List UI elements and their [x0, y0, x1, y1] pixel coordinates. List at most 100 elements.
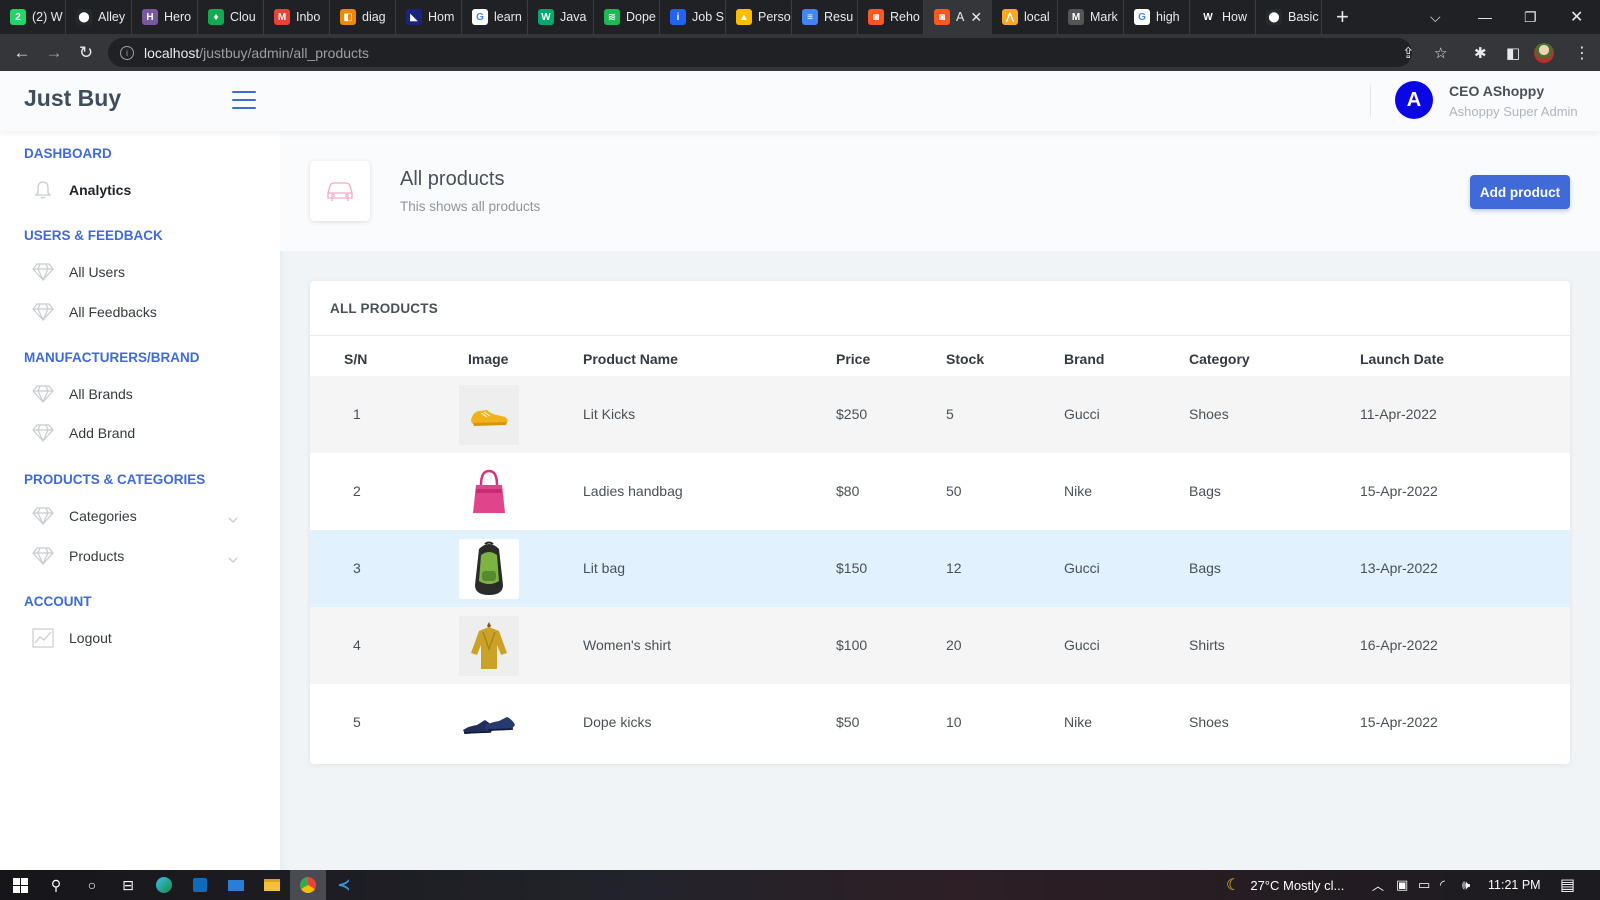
- column-header-product-name: Product Name: [583, 351, 678, 367]
- page-title-panel: All products This shows all products Add…: [280, 131, 1600, 251]
- cell-sn: 1: [353, 406, 361, 422]
- avatar[interactable]: A: [1395, 81, 1433, 119]
- browser-tab[interactable]: i Job S: [660, 0, 726, 34]
- hamburger-menu-icon[interactable]: [232, 91, 256, 109]
- sidebar-heading-users-feedback: USERS & FEEDBACK: [24, 228, 163, 243]
- tab-search-icon[interactable]: ⌵: [1430, 0, 1441, 34]
- battery-icon[interactable]: ▭: [1418, 870, 1430, 900]
- task-view-icon[interactable]: ⊟: [110, 870, 146, 900]
- chevron-down-icon[interactable]: [228, 510, 238, 526]
- cell-launch-date: 11-Apr-2022: [1360, 406, 1437, 422]
- add-product-button[interactable]: Add product: [1470, 175, 1570, 209]
- share-icon[interactable]: ⇪: [1402, 34, 1415, 71]
- sidebar-item-analytics[interactable]: Analytics: [32, 175, 248, 205]
- vscode-icon[interactable]: ≺: [326, 870, 362, 900]
- browser-tab[interactable]: ≡ Resu: [792, 0, 858, 34]
- table-row[interactable]: 3 Lit bag $150 12 Gucci Bags 13-Apr-2022: [310, 530, 1570, 607]
- minimize-icon[interactable]: —: [1478, 0, 1492, 34]
- browser-tab[interactable]: M Mark: [1058, 0, 1124, 34]
- sidebar-item-all-feedbacks[interactable]: All Feedbacks: [32, 297, 248, 327]
- cell-product-name: Dope kicks: [583, 714, 652, 730]
- reload-icon[interactable]: ↻: [70, 43, 102, 63]
- meet-now-icon[interactable]: ▣: [1396, 870, 1408, 900]
- app-header: Just Buy A CEO AShoppy Ashoppy Super Adm…: [0, 71, 1600, 131]
- browser-tab[interactable]: ⋀ local: [992, 0, 1058, 34]
- cortana-icon[interactable]: ○: [74, 870, 110, 900]
- store-icon[interactable]: [182, 870, 218, 900]
- google-drive-icon: ▲: [736, 9, 752, 25]
- browser-tab[interactable]: ⬤ Alley: [66, 0, 132, 34]
- menu-kebab-icon[interactable]: ⋮: [1574, 34, 1590, 71]
- search-icon[interactable]: ⚲: [38, 870, 74, 900]
- restore-icon[interactable]: ❐: [1524, 0, 1537, 34]
- address-bar[interactable]: i localhost/justbuy/admin/all_products: [108, 38, 1412, 67]
- sidebar-item-categories[interactable]: Categories: [32, 501, 248, 531]
- edge-icon[interactable]: [146, 870, 182, 900]
- url-host: localhost: [144, 44, 200, 61]
- sidebar-item-logout[interactable]: Logout: [32, 623, 248, 653]
- browser-tab[interactable]: Glearn: [462, 0, 528, 34]
- table-row[interactable]: 5 Dope kicks $50 10 Nike Shoes 15-Apr-20…: [310, 684, 1570, 761]
- windows-start-icon[interactable]: [2, 870, 38, 900]
- spotify-icon: ≋: [604, 9, 620, 25]
- table-row[interactable]: 1 Lit Kicks $250 5 Gucci Shoes 11-Apr-20…: [310, 376, 1570, 453]
- cell-product-name: Women's shirt: [583, 637, 671, 653]
- back-icon[interactable]: ←: [6, 43, 38, 63]
- sidebar-item-all-brands[interactable]: All Brands: [32, 379, 248, 409]
- browser-tab[interactable]: Ghigh: [1124, 0, 1190, 34]
- extensions-icon[interactable]: ✱: [1474, 34, 1487, 71]
- browser-tab[interactable]: ◣ Hom: [396, 0, 462, 34]
- browser-tab[interactable]: ≋ Dope: [594, 0, 660, 34]
- browser-tab[interactable]: ◙ Reho: [858, 0, 924, 34]
- new-tab-button[interactable]: +: [1336, 0, 1349, 34]
- volume-icon[interactable]: 🕪: [1462, 870, 1470, 900]
- table-row[interactable]: 2 Ladies handbag $80 50 Nike Bags 15-Apr…: [310, 453, 1570, 530]
- tab-label: Mark: [1090, 10, 1118, 24]
- tab-label: Perso: [758, 10, 791, 24]
- chrome-icon[interactable]: [290, 870, 326, 900]
- drawio-icon: ◧: [340, 9, 356, 25]
- notification-icon[interactable]: ▤: [1560, 870, 1575, 900]
- google-docs-icon: ≡: [802, 9, 818, 25]
- browser-tab[interactable]: 2 (2) W: [0, 0, 66, 34]
- tray-chevron-icon[interactable]: ︿: [1372, 870, 1384, 900]
- cell-brand: Gucci: [1064, 406, 1100, 422]
- cell-brand: Gucci: [1064, 637, 1100, 653]
- google-icon: G: [472, 9, 488, 25]
- sidebar-item-label: Analytics: [69, 182, 132, 198]
- bookmark-star-icon[interactable]: ☆: [1434, 34, 1447, 71]
- tab-label: (2) W: [32, 10, 63, 24]
- url-path: /justbuy/admin/all_products: [199, 44, 369, 61]
- file-explorer-icon[interactable]: [254, 870, 290, 900]
- clock[interactable]: 11:21 PM: [1488, 870, 1541, 900]
- cell-price: $100: [836, 637, 868, 653]
- browser-tab[interactable]: ▲ Perso: [726, 0, 792, 34]
- mail-icon[interactable]: [218, 870, 254, 900]
- brand-logo: Just Buy: [24, 85, 122, 111]
- browser-tab[interactable]: W How: [1190, 0, 1256, 34]
- sidebar-item-products[interactable]: Products: [32, 541, 248, 571]
- browser-tab[interactable]: ⬤ Basic: [1256, 0, 1322, 34]
- chevron-down-icon[interactable]: [228, 550, 238, 566]
- browser-tab[interactable]: H Hero: [132, 0, 198, 34]
- site-info-icon[interactable]: i: [120, 45, 134, 60]
- tab-label: Reho: [890, 10, 920, 24]
- tab-label: local: [1024, 10, 1050, 24]
- forward-icon[interactable]: →: [38, 43, 70, 63]
- sidebar-item-label: All Brands: [69, 386, 133, 402]
- browser-tab[interactable]: ♦ Clou: [198, 0, 264, 34]
- side-panel-icon[interactable]: ◧: [1506, 34, 1520, 71]
- sidebar-item-add-brand[interactable]: Add Brand: [32, 418, 248, 448]
- tab-label: Alley: [98, 10, 126, 24]
- wifi-icon[interactable]: ◜: [1440, 870, 1445, 900]
- browser-tab[interactable]: ◙ A ✕: [924, 0, 992, 34]
- browser-tab[interactable]: W Java: [528, 0, 594, 34]
- table-row[interactable]: 4 Women's shirt $100 20 Gucci Shirts 16-…: [310, 607, 1570, 684]
- weather-widget[interactable]: ☾ 27°C Mostly cl...: [1226, 870, 1344, 900]
- browser-tab[interactable]: ◧ diag: [330, 0, 396, 34]
- close-tab-icon[interactable]: ✕: [970, 9, 982, 26]
- sidebar-item-all-users[interactable]: All Users: [32, 257, 248, 287]
- profile-icon[interactable]: [1534, 34, 1554, 71]
- close-window-icon[interactable]: ✕: [1570, 0, 1583, 34]
- browser-tab[interactable]: M Inbo: [264, 0, 330, 34]
